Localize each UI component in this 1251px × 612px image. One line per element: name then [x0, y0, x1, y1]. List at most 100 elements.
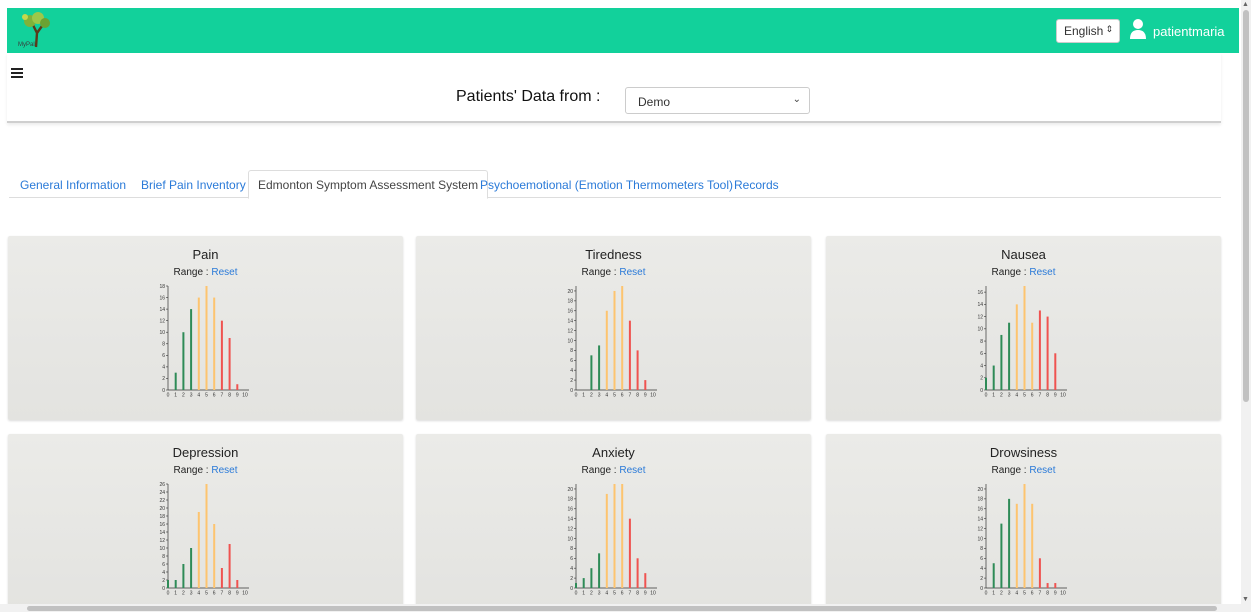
card-title: Nausea	[1001, 247, 1046, 262]
y-tick-label: 14	[567, 516, 573, 522]
range-label: Range :	[991, 465, 1027, 476]
y-tick-label: 4	[570, 368, 573, 374]
chart-card: Depression Range : Reset 0 2 4 6 8 10 12 14 16 18…	[8, 434, 403, 612]
tab-edmonton-symptom-assessment[interactable]: Edmonton Symptom Assessment System	[248, 170, 489, 199]
x-tick-label: 10	[650, 591, 656, 597]
y-tick-label: 14	[159, 307, 165, 313]
vertical-scroll-thumb[interactable]	[1243, 10, 1249, 402]
x-tick-label: 3	[190, 393, 193, 399]
x-tick-label: 9	[1054, 591, 1057, 597]
bar	[205, 286, 208, 390]
y-tick-label: 6	[570, 556, 573, 562]
x-tick-label: 10	[650, 393, 656, 399]
tab-general-information[interactable]: General Information	[20, 170, 126, 198]
x-tick-label: 8	[228, 393, 231, 399]
bar	[636, 558, 639, 588]
y-tick-label: 10	[567, 338, 573, 344]
bar	[992, 563, 995, 588]
bar	[1000, 523, 1003, 588]
reset-link[interactable]: Reset	[1029, 465, 1055, 476]
reset-link[interactable]: Reset	[619, 465, 645, 476]
tab-records[interactable]: Records	[734, 170, 779, 198]
x-tick-label: 9	[644, 393, 647, 399]
username[interactable]: patientmaria	[1153, 24, 1225, 39]
range-line: Range : Reset	[826, 267, 1221, 278]
language-select[interactable]: English ⇕	[1056, 19, 1120, 43]
y-tick-label: 18	[567, 497, 573, 503]
tab-psychoemotional[interactable]: Psychoemotional (Emotion Thermometers To…	[480, 170, 733, 198]
x-tick-label: 7	[1039, 591, 1042, 597]
bar	[1038, 558, 1041, 588]
y-tick-label: 12	[977, 314, 983, 320]
x-tick-label: 4	[197, 393, 200, 399]
horizontal-scroll-thumb[interactable]	[27, 606, 1217, 611]
reset-link[interactable]: Reset	[211, 465, 237, 476]
bar	[190, 548, 193, 588]
bar	[1046, 316, 1049, 390]
y-tick-label: 12	[567, 526, 573, 532]
y-tick-label: 2	[570, 378, 573, 384]
x-tick-label: 7	[1039, 393, 1042, 399]
y-tick-label: 8	[162, 342, 165, 348]
x-tick-label: 8	[228, 591, 231, 597]
histogram-chart: 02468101214160 1 2 3 4 5 6 7 8 9 10	[977, 286, 1067, 399]
y-tick-label: 18	[567, 299, 573, 305]
x-tick-label: 10	[242, 591, 248, 597]
bar	[1038, 310, 1041, 390]
card-title: Tiredness	[585, 247, 642, 262]
y-tick-label: 20	[567, 289, 573, 295]
x-tick-label: 6	[213, 591, 216, 597]
x-tick-label: 3	[598, 591, 601, 597]
x-tick-label: 6	[1031, 591, 1034, 597]
x-tick-label: 6	[621, 591, 624, 597]
range-line: Range : Reset	[416, 267, 811, 278]
reset-link[interactable]: Reset	[619, 267, 645, 278]
x-tick-label: 8	[636, 591, 639, 597]
mypal-logo[interactable]: MyPal	[16, 11, 56, 49]
x-tick-label: 5	[613, 393, 616, 399]
bar	[1015, 503, 1018, 588]
y-tick-label: 8	[980, 339, 983, 345]
x-tick-label: 1	[582, 591, 585, 597]
y-tick-label: 8	[162, 554, 165, 560]
menu-icon[interactable]	[11, 68, 23, 78]
y-tick-label: 14	[977, 516, 983, 522]
bar	[1023, 484, 1026, 588]
bar	[644, 573, 647, 588]
scroll-up-icon[interactable]: ▲	[1242, 1, 1249, 8]
x-tick-label: 2	[182, 591, 185, 597]
x-tick-label: 1	[582, 393, 585, 399]
y-tick-label: 22	[159, 498, 165, 504]
histogram-chart: 024681012141618202224260 1 2 3 4 5 6 7 8 9 10	[159, 482, 249, 597]
x-tick-label: 3	[1008, 393, 1011, 399]
y-tick-label: 10	[567, 536, 573, 542]
reset-link[interactable]: Reset	[1029, 267, 1055, 278]
top-navbar: MyPal English ⇕ patientmaria	[7, 8, 1239, 53]
bar	[167, 580, 169, 588]
scroll-down-icon[interactable]: ▼	[1242, 596, 1249, 603]
bar	[228, 338, 231, 390]
bar	[174, 580, 177, 588]
y-tick-label: 10	[977, 327, 983, 333]
range-label: Range :	[173, 465, 209, 476]
bar	[628, 518, 631, 588]
x-tick-label: 3	[1008, 591, 1011, 597]
data-source-select[interactable]: Demo ⌄	[625, 87, 810, 114]
y-tick-label: 6	[162, 353, 165, 359]
x-tick-label: 6	[621, 393, 624, 399]
tab-brief-pain-inventory[interactable]: Brief Pain Inventory	[141, 170, 246, 198]
y-tick-label: 6	[980, 556, 983, 562]
x-tick-label: 10	[1060, 591, 1066, 597]
bar	[590, 568, 593, 588]
x-tick-label: 7	[221, 393, 224, 399]
histogram-chart: 024681012141618200 1 2 3 4 5 6 7 8 9 10	[977, 484, 1067, 597]
x-tick-label: 2	[590, 591, 593, 597]
x-tick-label: 5	[205, 591, 208, 597]
x-tick-label: 0	[985, 393, 988, 399]
bar	[236, 580, 239, 588]
bar	[182, 332, 185, 390]
bar	[1008, 322, 1011, 390]
y-tick-label: 18	[159, 284, 165, 290]
reset-link[interactable]: Reset	[211, 267, 237, 278]
user-icon[interactable]	[1130, 18, 1146, 40]
